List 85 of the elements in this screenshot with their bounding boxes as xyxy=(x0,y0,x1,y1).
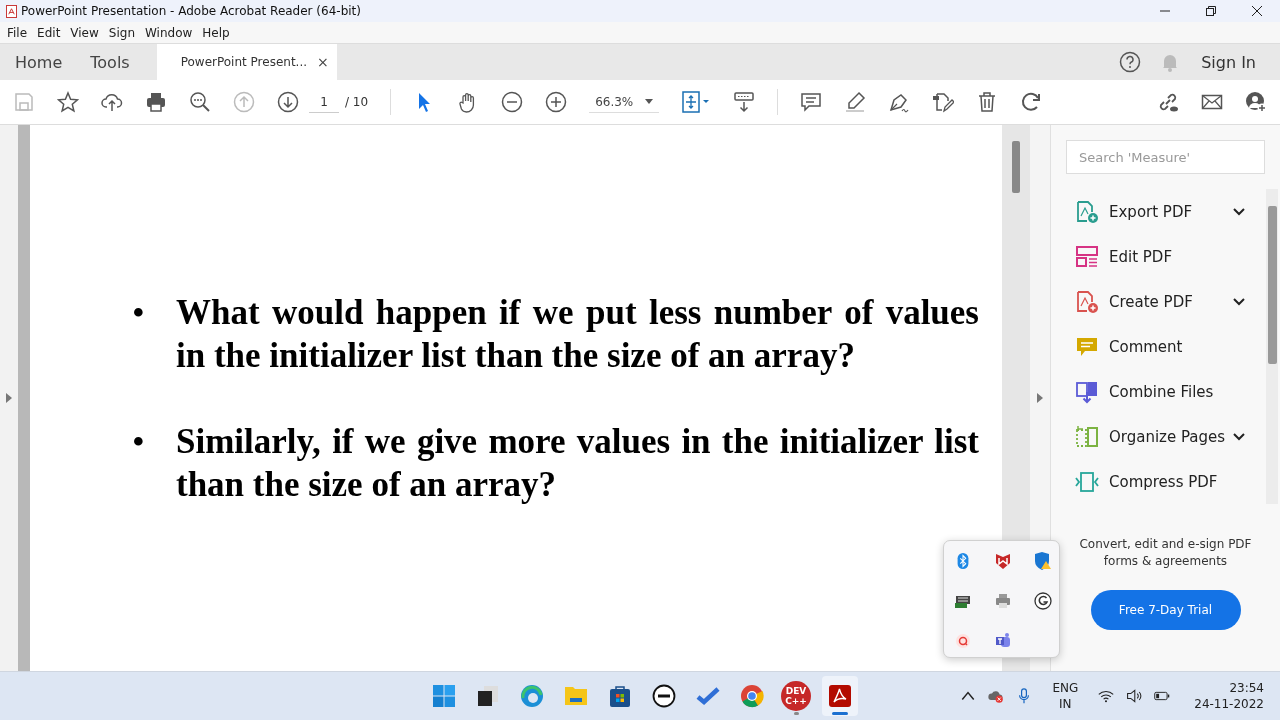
next-page-icon[interactable] xyxy=(277,91,299,113)
rotate-icon[interactable] xyxy=(1020,91,1043,113)
menu-item[interactable]: Window xyxy=(140,25,198,40)
nav-tab[interactable]: Home xyxy=(5,44,73,80)
sign-in-link[interactable]: Sign In xyxy=(1201,52,1256,72)
bullet-mark: • xyxy=(131,422,144,461)
pen-icon[interactable] xyxy=(888,91,911,113)
windows-icon xyxy=(432,684,456,708)
printer-icon[interactable] xyxy=(994,592,1012,610)
tool-item[interactable]: Comment xyxy=(1075,324,1266,369)
teams-icon[interactable] xyxy=(994,632,1012,650)
task-view-icon xyxy=(476,684,500,708)
bullet-text: Similarly, if we give more values in the initializer list than the size of an array? xyxy=(176,421,979,506)
tool-item[interactable]: Export PDF xyxy=(1075,189,1266,234)
menu-item[interactable]: Help xyxy=(197,25,235,40)
cloud-error-icon[interactable] xyxy=(988,688,1005,704)
restore-icon[interactable] xyxy=(1205,5,1217,17)
tab-close-button[interactable]: × xyxy=(316,54,329,70)
security-warning-icon[interactable] xyxy=(1034,552,1052,570)
tool-item[interactable]: Organize Pages xyxy=(1075,414,1266,459)
page-total: / 10 xyxy=(345,95,369,109)
taskbar-app[interactable] xyxy=(822,676,858,716)
page-number-field[interactable]: 1 xyxy=(309,91,339,113)
bullet-mark: • xyxy=(131,293,144,332)
upload-icon[interactable] xyxy=(101,91,123,113)
chrome-icon xyxy=(740,684,764,708)
search-field[interactable]: Search 'Measure' xyxy=(1066,140,1265,174)
shield-icon[interactable] xyxy=(994,552,1012,570)
chevron-icon[interactable] xyxy=(1233,432,1245,441)
highlighter-icon[interactable] xyxy=(844,91,867,113)
window-title: PowerPoint Presentation - Adobe Acrobat Reader (64-bit) xyxy=(21,4,361,18)
star-icon[interactable] xyxy=(57,91,79,113)
add-user-icon[interactable] xyxy=(1245,91,1267,113)
speaker-icon[interactable] xyxy=(1126,688,1143,704)
tab-title: PowerPoint Present... xyxy=(180,55,308,69)
acrobat-icon xyxy=(6,4,17,18)
document-tab[interactable]: PowerPoint Present... × xyxy=(156,44,337,80)
promo-text: Convert, edit and e-sign PDF forms & agreements xyxy=(1078,536,1253,570)
menu-item[interactable]: File xyxy=(2,25,33,40)
zoom-out-icon[interactable] xyxy=(501,91,524,113)
grammar-icon[interactable] xyxy=(1034,592,1052,610)
menu-item[interactable]: Sign xyxy=(103,25,140,40)
caret-icon xyxy=(645,99,654,104)
menu-item[interactable]: View xyxy=(65,25,104,40)
close-icon[interactable] xyxy=(1251,5,1263,17)
store-bag-icon xyxy=(608,684,632,708)
edit-document-icon[interactable] xyxy=(932,91,955,113)
nav-tab[interactable]: Tools xyxy=(80,44,140,80)
bullet-text: What would happen if we put less number of values in the initializer list than the size of an array? xyxy=(176,292,979,377)
tool-icon xyxy=(1075,469,1099,494)
tool-icon xyxy=(1075,424,1099,449)
free-trial-button[interactable]: Free 7-Day Trial xyxy=(1090,590,1241,630)
keyboard-download-icon[interactable] xyxy=(733,91,756,113)
chevron-icon[interactable] xyxy=(1233,297,1245,306)
tool-item[interactable]: Compress PDF xyxy=(1075,459,1266,504)
checkmark-icon xyxy=(696,684,720,708)
tool-icon xyxy=(1075,244,1099,269)
round-logo-icon xyxy=(652,684,676,708)
zoom-in-icon[interactable] xyxy=(545,91,568,113)
tool-item[interactable]: Create PDF xyxy=(1075,279,1266,324)
print-icon[interactable] xyxy=(145,91,167,113)
scrollbar-thumb[interactable] xyxy=(1012,141,1020,193)
link-icon[interactable] xyxy=(1157,91,1179,113)
expand-arrow-icon[interactable] xyxy=(6,393,12,403)
acrobat-icon xyxy=(828,684,852,708)
clock[interactable]: 23:54 24-11-2022 xyxy=(1194,680,1264,712)
browser-wave-icon xyxy=(520,684,544,708)
tool-icon xyxy=(1075,199,1099,224)
comment-icon[interactable] xyxy=(800,91,823,113)
zoom-dropdown[interactable]: 66.3% xyxy=(589,91,660,113)
chevron-icon[interactable] xyxy=(1233,207,1245,216)
tool-item[interactable]: Combine Files xyxy=(1075,369,1266,414)
search-icon[interactable] xyxy=(189,91,211,113)
tool-icon xyxy=(1075,379,1099,404)
tool-icon xyxy=(1075,289,1099,314)
tool-item[interactable]: Edit PDF xyxy=(1075,234,1266,279)
help-icon[interactable] xyxy=(1119,51,1142,73)
search-app-icon[interactable] xyxy=(954,632,972,650)
menu-item[interactable]: Edit xyxy=(32,25,66,40)
collapse-arrow-icon[interactable] xyxy=(1037,393,1043,403)
language-indicator[interactable]: ENG IN xyxy=(1052,680,1079,712)
scrollbar-thumb[interactable] xyxy=(1267,206,1277,364)
folder-icon xyxy=(564,684,588,708)
wifi-icon[interactable] xyxy=(1098,688,1115,704)
fit-page-icon[interactable] xyxy=(681,91,712,113)
